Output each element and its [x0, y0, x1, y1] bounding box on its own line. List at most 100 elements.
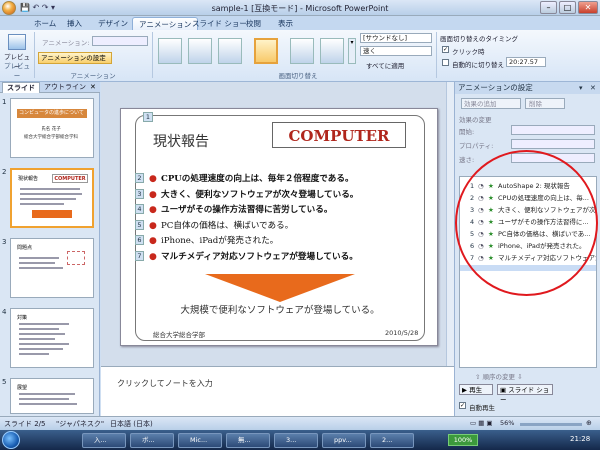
reorder-label: 順序の変更: [482, 373, 516, 381]
bullet-text: 大きく、便利なソフトウェアが次々登場している。: [161, 189, 359, 200]
arrow-caption[interactable]: 大規模で便利なソフトウェアが登場している。: [121, 302, 439, 316]
bullet-dot: ●: [149, 236, 157, 246]
start-label: 開始:: [459, 128, 475, 136]
slide-thumbnail-3[interactable]: 問題点: [10, 238, 94, 298]
bullet-item: 3 ● 大きく、便利なソフトウェアが次々登場している。: [135, 187, 435, 203]
transition-wipe[interactable]: [290, 38, 314, 64]
apply-all-button[interactable]: すべてに適用: [366, 60, 404, 70]
tab-view[interactable]: 表示: [272, 17, 299, 30]
thumb-text-line: [20, 203, 64, 205]
taskbar-item[interactable]: ボ...: [130, 433, 174, 448]
thumb-title: コンピュータの進歩について: [17, 109, 87, 118]
fit-to-window-icon[interactable]: ⊕: [586, 419, 592, 427]
view-buttons[interactable]: ▭ ▦ ▣: [470, 419, 493, 427]
play-button[interactable]: ▶ 再生: [459, 384, 493, 395]
auto-preview-checkbox[interactable]: ✓: [459, 402, 466, 409]
slideshow-label: スライド ショー: [500, 386, 550, 404]
tab-slides[interactable]: スライド: [2, 82, 40, 93]
slides-pane-tabs: スライド アウトライン ✕: [0, 82, 100, 93]
slide-title[interactable]: 現状報告: [153, 131, 209, 151]
clock[interactable]: 21:28: [570, 435, 590, 443]
reorder-control[interactable]: ⇧ 順序の変更 ⇩: [475, 371, 523, 381]
auto-after-time[interactable]: 20:27.57: [506, 57, 546, 67]
slide-number: 1: [2, 98, 7, 106]
custom-animation-button[interactable]: アニメーションの設定: [38, 52, 112, 64]
taskbar-item[interactable]: ppv...: [322, 433, 366, 448]
slide-thumbnail-1[interactable]: コンピュータの進歩について 氏名 花子 総合大学総合学部総合学科: [10, 98, 94, 158]
add-effect-label: 効果の追加: [464, 100, 497, 108]
zoom-slider[interactable]: [520, 423, 582, 426]
taskbar-item[interactable]: 無...: [226, 433, 270, 448]
slide-logo[interactable]: COMPUTER: [272, 122, 406, 148]
tab-home[interactable]: ホーム: [28, 17, 62, 30]
transition-more-button[interactable]: ▾: [348, 38, 356, 64]
slides-pane: スライド アウトライン ✕ 1 コンピュータの進歩について 氏名 花子 総合大学…: [0, 82, 100, 416]
add-effect-button[interactable]: 効果の追加: [461, 98, 521, 109]
close-pane-icon[interactable]: ✕: [90, 83, 96, 91]
vertical-scrollbar[interactable]: [446, 82, 454, 366]
transition-fade[interactable]: [188, 38, 212, 64]
up-arrow-icon[interactable]: ⇧: [475, 373, 480, 381]
slide-thumbnail-2[interactable]: 現状報告 COMPUTER: [10, 168, 94, 228]
transition-dissolve[interactable]: [320, 38, 344, 64]
slide-thumbnail-5[interactable]: 展望: [10, 378, 94, 414]
transition-selected[interactable]: [254, 38, 278, 64]
tab-outline[interactable]: アウトライン: [40, 82, 90, 93]
slide-bullets[interactable]: 2 ● CPUの処理速度の向上は、毎年２倍程度である。 3 ● 大きく、便利なソ…: [135, 171, 435, 264]
battery-indicator[interactable]: 100%: [448, 434, 478, 446]
bullet-dot: ●: [149, 189, 157, 200]
taskbar-item[interactable]: 入...: [82, 433, 126, 448]
thumb-title: 現状報告: [18, 176, 39, 182]
bullet-text: PC自体の価格は、横ばいである。: [161, 220, 294, 231]
bullet-dot: ●: [149, 205, 157, 215]
transition-group-label: 画面切り替え: [278, 72, 318, 80]
notes-pane[interactable]: クリックしてノートを入力: [101, 366, 454, 416]
transition-none[interactable]: [158, 38, 182, 64]
language-status[interactable]: 日本語 (日本): [110, 419, 153, 429]
thumb-text-line: [19, 353, 49, 355]
transition-fade-black[interactable]: [218, 38, 242, 64]
bullet-text: iPhone、iPadが発売された。: [161, 236, 279, 246]
minimize-button[interactable]: –: [540, 1, 557, 14]
thumb-text-line: [19, 338, 55, 340]
slide-canvas[interactable]: 1 現状報告 COMPUTER 2 ● CPUの処理速度の向上は、毎年２倍程度で…: [120, 108, 438, 346]
animation-dropdown[interactable]: [92, 36, 148, 46]
start-dropdown[interactable]: [511, 125, 595, 135]
play-label: 再生: [469, 386, 483, 394]
speed-dropdown[interactable]: 速く: [360, 46, 432, 56]
auto-after-checkbox[interactable]: [442, 59, 449, 66]
tab-review[interactable]: 校閲: [240, 17, 267, 30]
bullet-text: ユーザがその操作方法習得に苦労している。: [161, 205, 333, 215]
pane-menu-icon[interactable]: ▾: [579, 82, 583, 94]
taskbar-item[interactable]: 3...: [274, 433, 318, 448]
tab-design[interactable]: デザイン: [92, 17, 134, 30]
down-arrow-shape[interactable]: [205, 274, 355, 302]
maximize-button[interactable]: □: [559, 1, 576, 14]
close-icon[interactable]: ✕: [590, 82, 596, 94]
taskbar-item[interactable]: Mic...: [178, 433, 222, 448]
property-dropdown[interactable]: [511, 139, 595, 149]
taskbar-item[interactable]: 2...: [370, 433, 414, 448]
thumb-arrow: [32, 210, 72, 218]
change-effect-heading: 効果の変更: [459, 116, 492, 124]
slide-thumbnail-4[interactable]: 対策: [10, 308, 94, 368]
play-icon: ▶: [462, 386, 467, 394]
title-bar: 💾 ↶ ↷ ▾ sample-1 [互換モード] - Microsoft Pow…: [0, 0, 600, 16]
down-arrow-icon[interactable]: ⇩: [517, 373, 522, 381]
zoom-level[interactable]: 56%: [500, 419, 514, 427]
start-button[interactable]: [2, 431, 20, 449]
slideshow-button[interactable]: ▣ スライド ショー: [497, 384, 553, 404]
bullet-item: 5 ● PC自体の価格は、横ばいである。: [135, 218, 435, 234]
on-click-checkbox[interactable]: ✓: [442, 46, 449, 53]
animation-order-tag: 6: [135, 235, 144, 245]
tab-insert[interactable]: 挿入: [61, 17, 88, 30]
remove-effect-button[interactable]: 削除: [525, 98, 565, 109]
close-button[interactable]: ✕: [578, 1, 598, 14]
sound-dropdown[interactable]: [サウンドなし]: [360, 33, 432, 43]
group-divider: [34, 32, 35, 78]
windows-taskbar: 入... ボ... Mic... 無... 3... ppv... 2... 1…: [0, 430, 600, 450]
bullet-dot: ●: [149, 220, 157, 231]
animation-order-tag: 7: [135, 250, 144, 261]
auto-after-label: 自動的に切り替え: [452, 61, 504, 69]
bullet-item: 2 ● CPUの処理速度の向上は、毎年２倍程度である。: [135, 171, 435, 187]
